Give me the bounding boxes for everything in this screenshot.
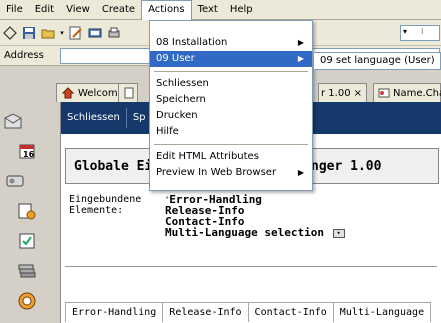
left-toolbar: 16 <box>0 66 48 323</box>
embedded-label: Eingebundene Elemente: <box>69 194 142 216</box>
menu-create[interactable]: Create <box>96 1 141 19</box>
chevron-right-icon: ▶ <box>297 38 304 47</box>
tab-release-info[interactable]: Release-Info <box>163 303 249 322</box>
folder-add-icon[interactable] <box>16 200 38 222</box>
chevron-down-icon[interactable]: ▾ <box>403 27 407 36</box>
menu-item-installation[interactable]: 08 Installation ▶ <box>150 35 312 51</box>
embedded-item-label: Multi-Language selection <box>165 226 324 239</box>
tab-error-handling[interactable]: Error-Handling <box>66 303 164 322</box>
user-submenu: 09 set language (User) <box>313 52 441 70</box>
close-document-button[interactable]: Schliessen <box>61 108 127 128</box>
address-label: Address <box>4 50 44 61</box>
menu-item-edit-html[interactable]: Edit HTML Attributes <box>150 149 312 165</box>
menu-separator <box>154 71 308 72</box>
tab-name-char[interactable]: Name.Char <box>373 83 441 102</box>
menu-item-hilfe[interactable]: Hilfe <box>150 124 312 140</box>
menu-view[interactable]: View <box>60 1 96 19</box>
document-icon <box>123 86 135 100</box>
tab-label: Welcome <box>78 87 124 99</box>
font-size-combo[interactable]: ▾ ⁝ <box>400 25 440 41</box>
open-folder-icon[interactable] <box>40 25 56 41</box>
chevron-right-icon: ▶ <box>297 168 304 177</box>
home-icon <box>61 86 75 100</box>
tab-contact-info[interactable]: Contact-Info <box>249 303 334 322</box>
print-icon[interactable] <box>106 25 122 41</box>
document-icon <box>378 86 390 100</box>
embedded-list: ᵃError-Handling Release-Info Contact-Inf… <box>165 194 345 238</box>
bottom-tabs: Error-Handling Release-Info Contact-Info… <box>65 302 432 322</box>
menu-separator <box>154 144 308 145</box>
actions-menu: 08 Installation ▶ 09 User ▶ Schliessen S… <box>149 20 313 191</box>
menu-item-user[interactable]: 09 User ▶ <box>150 51 312 67</box>
menu-text[interactable]: Text <box>192 1 224 19</box>
tab-label: r 1.00 <box>321 87 351 99</box>
calendar-icon[interactable]: 16 <box>16 140 38 162</box>
save-icon[interactable] <box>21 25 37 41</box>
menu-item-label: Preview In Web Browser <box>156 167 277 178</box>
chevron-right-icon: ▶ <box>297 54 304 63</box>
menu-item-preview[interactable]: Preview In Web Browser ▶ <box>150 165 312 181</box>
globe-icon[interactable] <box>16 290 38 312</box>
tab-label: Name.Char <box>393 87 441 99</box>
menu-help[interactable]: Help <box>224 1 259 19</box>
checklist-icon[interactable] <box>16 230 38 252</box>
page-title-left: Globale Eir <box>74 158 161 174</box>
print-preview-icon[interactable] <box>87 25 103 41</box>
close-icon[interactable]: × <box>354 88 362 99</box>
svg-text:16: 16 <box>23 150 35 159</box>
menu-edit[interactable]: Edit <box>29 1 60 19</box>
tab-2[interactable] <box>118 83 138 102</box>
menu-item-schliessen[interactable]: Schliessen <box>150 76 312 92</box>
menu-file[interactable]: File <box>0 1 29 19</box>
separator-icon: ⁝ <box>421 27 424 36</box>
menu-actions[interactable]: Actions <box>141 0 192 20</box>
submenu-item-set-language[interactable]: 09 set language (User) <box>320 55 435 66</box>
dropdown-icon[interactable]: ▾ <box>332 228 345 238</box>
stack-icon[interactable] <box>16 260 38 282</box>
list-item[interactable]: Multi-Language selection ▾ <box>165 227 345 238</box>
contacts-icon[interactable] <box>4 170 26 192</box>
edit-icon[interactable] <box>68 25 84 41</box>
diamond-icon[interactable] <box>2 25 18 41</box>
tab-3[interactable]: r 1.00 × <box>318 83 367 102</box>
mail-icon[interactable] <box>2 110 24 132</box>
menu-item-speichern[interactable]: Speichern <box>150 92 312 108</box>
page-title-right: nger 1.00 <box>311 159 382 174</box>
tab-multi-language[interactable]: Multi-Language <box>334 303 430 322</box>
menubar: File Edit View Create Actions Text Help <box>0 0 441 20</box>
chevron-down-icon[interactable]: ▾ <box>59 25 65 41</box>
menu-item-label: 08 Installation <box>156 37 228 48</box>
divider <box>65 266 437 267</box>
menu-item-drucken[interactable]: Drucken <box>150 108 312 124</box>
menu-item-label: 09 User <box>156 53 195 64</box>
